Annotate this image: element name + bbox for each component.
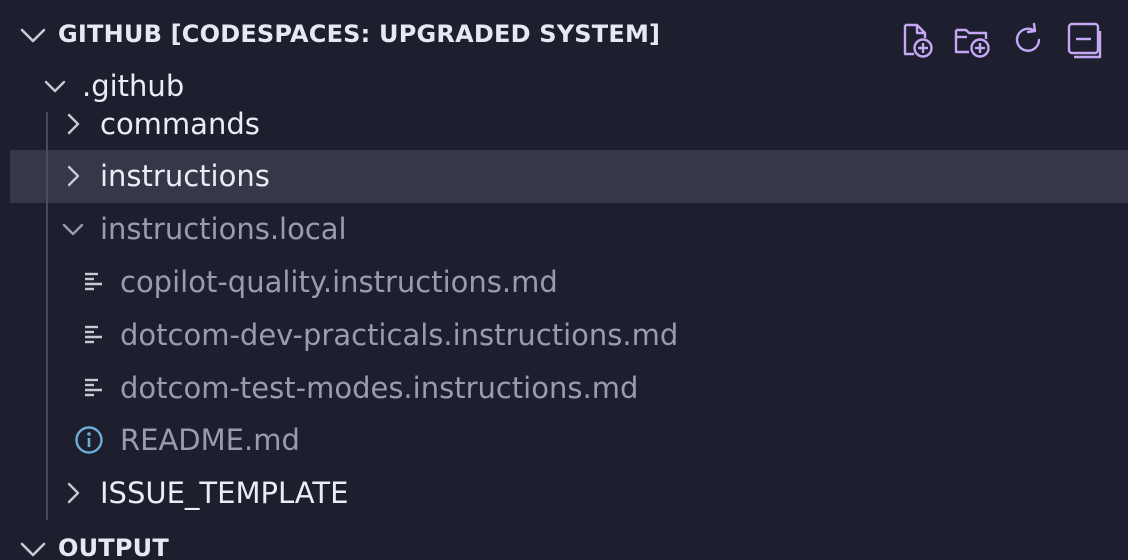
chevron-right-icon [67,482,80,504]
tree-item-label: copilot-quality.instructions.md [120,265,558,299]
collapse-all-icon [1067,22,1102,59]
section-header-github[interactable]: GITHUB [CODESPACES: UPGRADED SYSTEM] [0,8,1128,60]
info-icon [75,426,103,454]
section-title-output: OUTPUT [58,534,169,560]
collapse-all-button[interactable] [1064,20,1104,60]
chevron-right-icon [67,165,80,187]
tree-item-instructions-local-folder[interactable]: instructions.local [10,203,1128,256]
tree-item-file[interactable]: dotcom-dev-practicals.instructions.md [10,309,1128,362]
tree-item-file[interactable]: dotcom-test-modes.instructions.md [10,362,1128,415]
explorer-panel: GITHUB [CODESPACES: UPGRADED SYSTEM] .gi… [0,0,1128,560]
tree-item-issue-template-folder[interactable]: ISSUE_TEMPLATE [10,467,1128,520]
new-folder-icon [954,28,990,58]
chevron-down-icon[interactable] [18,534,48,560]
new-file-button[interactable] [896,20,936,60]
tree-item-label: commands [100,107,260,141]
new-file-icon [903,23,933,58]
refresh-button[interactable] [1008,20,1048,60]
tree-item-label: dotcom-dev-practicals.instructions.md [120,318,679,352]
tree-item-label: instructions [100,159,270,193]
tree-item-commands-folder[interactable]: commands [10,98,1128,151]
tree-item-readme-file[interactable]: README.md [10,414,1128,467]
chevron-down-icon [62,223,84,236]
tree-item-label: ISSUE_TEMPLATE [100,476,349,510]
chevron-down-icon[interactable] [18,20,48,50]
header-actions [896,20,1104,60]
chevron-right-icon [67,113,80,135]
markdown-file-icon [85,325,102,344]
tree-item-label: instructions.local [100,212,347,246]
markdown-file-icon [85,272,102,291]
refresh-icon [1015,22,1041,52]
tree-item-label: README.md [120,423,300,457]
tree-item-file[interactable]: copilot-quality.instructions.md [10,256,1128,309]
tree-item-instructions-folder[interactable]: instructions [10,150,1128,203]
markdown-file-icon [85,378,102,397]
tree-item-label: dotcom-test-modes.instructions.md [120,371,639,405]
chevron-down-icon [44,80,66,93]
section-title: GITHUB [CODESPACES: UPGRADED SYSTEM] [58,20,661,48]
section-header-output[interactable]: OUTPUT [0,522,1128,560]
indent-guide [46,112,48,520]
new-folder-button[interactable] [952,20,992,60]
